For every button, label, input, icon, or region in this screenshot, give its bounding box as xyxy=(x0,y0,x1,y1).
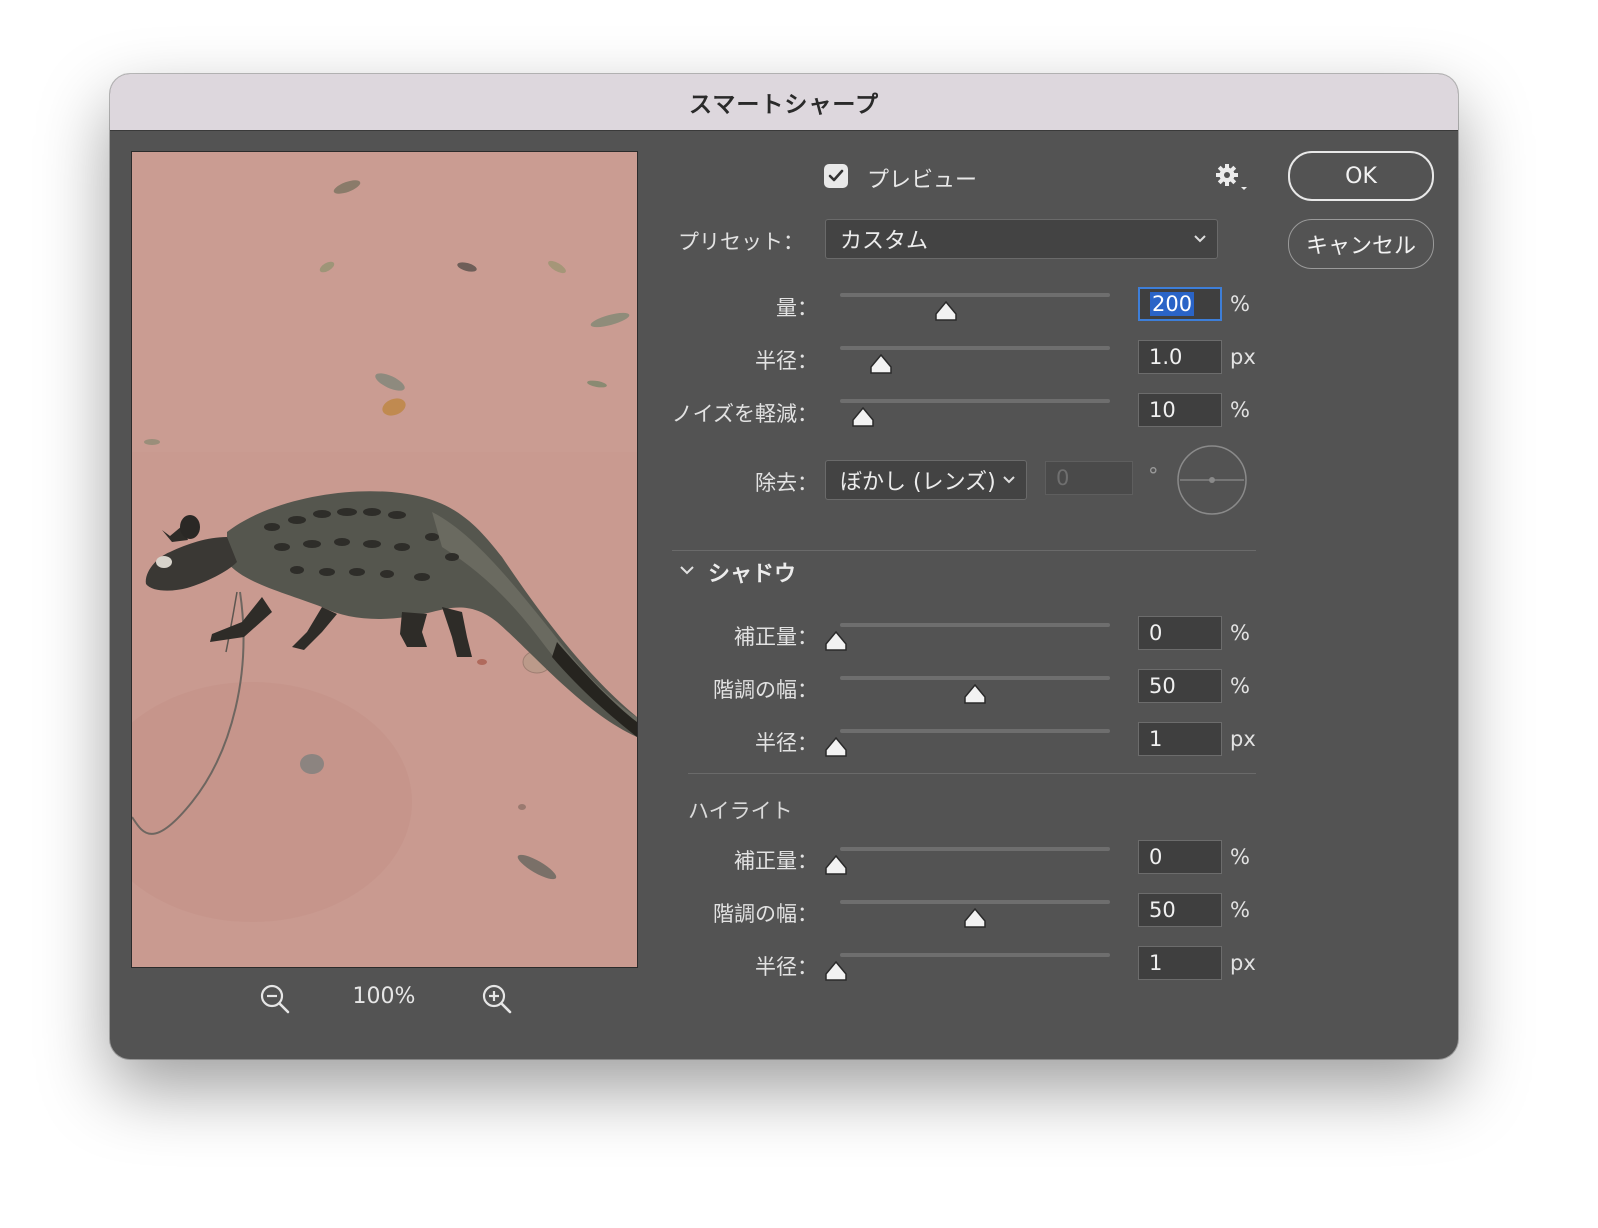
preset-select[interactable]: カスタム xyxy=(825,219,1218,259)
dialog-title: スマートシャープ xyxy=(689,92,879,118)
noise-unit: % xyxy=(1230,398,1250,422)
highlight-radius-slider-thumb[interactable] xyxy=(824,960,848,982)
radius-slider-track[interactable] xyxy=(840,346,1110,350)
zoom-level: 100% xyxy=(352,984,416,1009)
highlight-tonal-width-label: 階調の幅： xyxy=(713,902,818,926)
angle-field: 0 xyxy=(1045,461,1133,495)
highlight-tonal-width-field[interactable]: 50 xyxy=(1138,893,1222,927)
highlight-tonal-width-unit: % xyxy=(1230,898,1250,922)
highlight-tonal-width-slider-thumb[interactable] xyxy=(963,907,987,929)
shadow-fade-unit: % xyxy=(1230,621,1250,645)
radius-unit: px xyxy=(1230,345,1256,369)
shadow-radius-slider-track[interactable] xyxy=(840,729,1110,733)
gear-icon[interactable] xyxy=(1214,162,1250,192)
shadow-tonal-width-field[interactable]: 50 xyxy=(1138,669,1222,703)
amount-field[interactable]: 200 xyxy=(1138,287,1222,321)
chevron-down-icon xyxy=(1003,476,1015,484)
amount-label: 量： xyxy=(776,296,818,320)
highlight-heading: ハイライト xyxy=(688,799,793,823)
smart-sharpen-dialog: スマートシャープ 100% プレビュー OK キャンセル プリセット： カスタム… xyxy=(110,74,1458,1059)
highlight-radius-field[interactable]: 1 xyxy=(1138,946,1222,980)
cancel-button[interactable]: キャンセル xyxy=(1288,219,1434,269)
radius-field[interactable]: 1.0 xyxy=(1138,340,1222,374)
highlight-fade-unit: % xyxy=(1230,845,1250,869)
divider xyxy=(672,550,1256,551)
noise-slider-track[interactable] xyxy=(840,399,1110,403)
angle-unit: ° xyxy=(1148,464,1159,488)
preset-value: カスタム xyxy=(840,229,929,254)
shadow-tonal-width-slider-track[interactable] xyxy=(840,676,1110,680)
checkmark-icon xyxy=(828,169,844,182)
chevron-down-icon[interactable] xyxy=(679,564,695,576)
amount-unit: % xyxy=(1230,292,1250,316)
shadow-radius-unit: px xyxy=(1230,727,1256,751)
divider xyxy=(688,773,1256,774)
shadow-tonal-width-slider-thumb[interactable] xyxy=(963,683,987,705)
preset-label: プリセット： xyxy=(678,230,804,254)
zoom-out-icon[interactable] xyxy=(258,982,292,1016)
shadow-radius-slider-thumb[interactable] xyxy=(824,736,848,758)
shadow-fade-field[interactable]: 0 xyxy=(1138,616,1222,650)
remove-value: ぼかし (レンズ) xyxy=(840,470,996,495)
highlight-radius-slider-track[interactable] xyxy=(840,953,1110,957)
highlight-fade-slider-thumb[interactable] xyxy=(824,854,848,876)
highlight-fade-field[interactable]: 0 xyxy=(1138,840,1222,874)
shadow-radius-field[interactable]: 1 xyxy=(1138,722,1222,756)
amount-slider-track[interactable] xyxy=(840,293,1110,297)
noise-field[interactable]: 10 xyxy=(1138,393,1222,427)
preview-checkbox[interactable] xyxy=(824,164,848,188)
title-bar: スマートシャープ xyxy=(110,74,1458,131)
noise-slider-thumb[interactable] xyxy=(851,406,875,428)
noise-label: ノイズを軽減： xyxy=(671,402,818,426)
highlight-fade-slider-track[interactable] xyxy=(840,847,1110,851)
shadow-tonal-width-unit: % xyxy=(1230,674,1250,698)
shadow-heading[interactable]: シャドウ xyxy=(708,556,796,588)
angle-dial xyxy=(1177,445,1247,515)
shadow-tonal-width-label: 階調の幅： xyxy=(713,678,818,702)
radius-label: 半径： xyxy=(755,349,818,373)
highlight-tonal-width-slider-track[interactable] xyxy=(840,900,1110,904)
shadow-fade-slider-track[interactable] xyxy=(840,623,1110,627)
ok-button[interactable]: OK xyxy=(1288,151,1434,201)
zoom-in-icon[interactable] xyxy=(480,982,514,1016)
shadow-radius-label: 半径： xyxy=(755,731,818,755)
chevron-down-icon xyxy=(1194,235,1206,243)
preview-image[interactable] xyxy=(131,151,638,968)
highlight-radius-unit: px xyxy=(1230,951,1256,975)
shadow-fade-slider-thumb[interactable] xyxy=(824,630,848,652)
radius-slider-thumb[interactable] xyxy=(869,353,893,375)
shadow-fade-label: 補正量： xyxy=(734,625,818,649)
remove-label: 除去： xyxy=(755,471,818,495)
amount-slider-thumb[interactable] xyxy=(934,300,958,322)
remove-select[interactable]: ぼかし (レンズ) xyxy=(825,460,1027,500)
highlight-fade-label: 補正量： xyxy=(734,849,818,873)
preview-label: プレビュー xyxy=(867,168,978,193)
highlight-radius-label: 半径： xyxy=(755,955,818,979)
